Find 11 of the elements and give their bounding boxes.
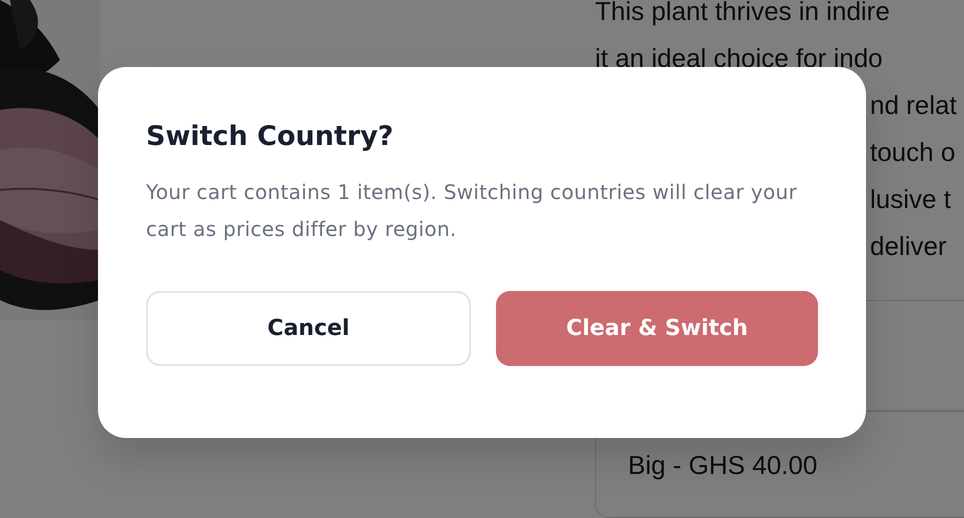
description-text: lusive t xyxy=(870,183,951,216)
description-text: deliver xyxy=(870,230,947,263)
description-text: touch o xyxy=(870,136,956,169)
description-text: nd relat xyxy=(870,89,957,122)
description-text: This plant thrives in indire xyxy=(595,0,890,28)
description-text: it an ideal choice for indo xyxy=(595,42,883,75)
cancel-button[interactable]: Cancel xyxy=(146,291,471,366)
option-label: Big - GHS 40.00 xyxy=(628,450,818,480)
dialog-message: Your cart contains 1 item(s). Switching countries will clear your cart as prices differ by region. xyxy=(146,179,798,243)
dialog-title: Switch Country? xyxy=(146,121,394,152)
confirm-button[interactable]: Clear & Switch xyxy=(496,291,818,366)
